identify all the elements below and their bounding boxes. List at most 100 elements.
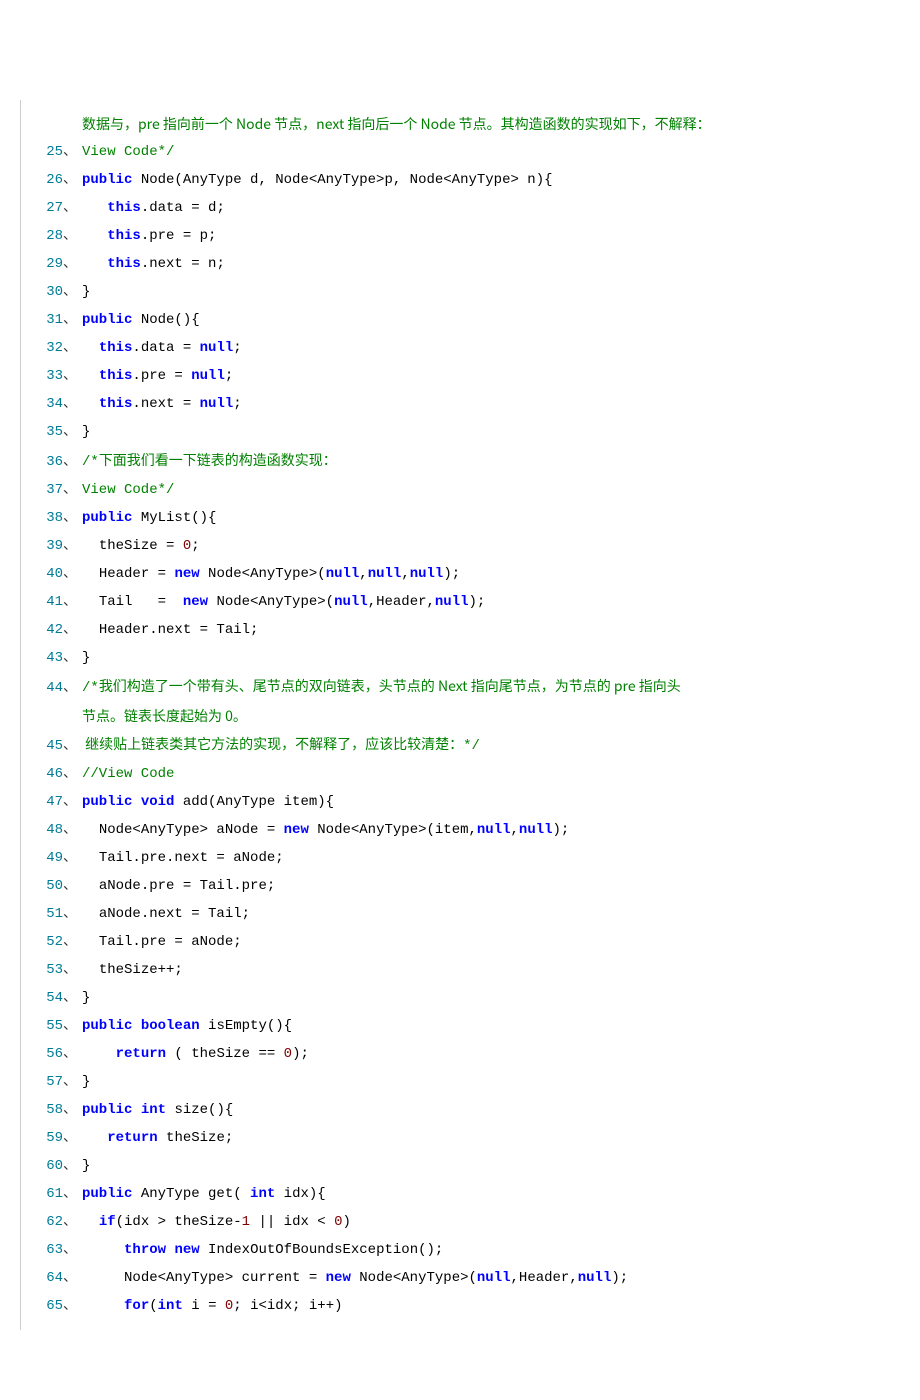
code-token: public bbox=[82, 510, 132, 526]
code-token: null bbox=[435, 594, 469, 610]
code-token: this bbox=[99, 340, 133, 356]
code-line: 55、public boolean isEmpty(){ bbox=[41, 1012, 900, 1040]
code-token: if bbox=[99, 1214, 116, 1230]
code-content: Tail.pre = aNode; bbox=[82, 928, 900, 956]
code-token bbox=[82, 200, 107, 216]
code-content: this.pre = p; bbox=[82, 222, 900, 250]
line-number: 61、 bbox=[41, 1180, 82, 1208]
code-token: 0 bbox=[284, 1046, 292, 1062]
code-token: this bbox=[99, 368, 133, 384]
line-number: 28、 bbox=[41, 222, 82, 250]
code-token bbox=[82, 396, 99, 412]
code-token: 继续贴上链表类其它方法的实现，不解释了，应该比较清楚： bbox=[82, 734, 463, 754]
line-number: 25、 bbox=[41, 138, 82, 166]
code-content: for(int i = 0; i<idx; i++) bbox=[82, 1292, 900, 1320]
line-number: 53、 bbox=[41, 956, 82, 984]
code-content: public Node(AnyType d, Node<AnyType>p, N… bbox=[82, 166, 900, 194]
code-line: 43、} bbox=[41, 644, 900, 672]
line-number: 49、 bbox=[41, 844, 82, 872]
line-number: 44、 bbox=[41, 674, 82, 702]
code-line-wrap: 节点。链表长度起始为 0。 bbox=[41, 702, 900, 730]
line-number: 58、 bbox=[41, 1096, 82, 1124]
code-token: //View Code bbox=[82, 766, 174, 782]
code-line: 42、 Header.next = Tail; bbox=[41, 616, 900, 644]
code-token bbox=[82, 228, 107, 244]
code-token: || idx < bbox=[250, 1214, 334, 1230]
code-token: null bbox=[410, 566, 444, 582]
code-token: this bbox=[107, 200, 141, 216]
code-token: ; bbox=[233, 396, 241, 412]
code-token bbox=[82, 256, 107, 272]
code-token: new bbox=[174, 566, 199, 582]
code-line: 64、 Node<AnyType> current = new Node<Any… bbox=[41, 1264, 900, 1292]
line-number: 45、 bbox=[41, 732, 82, 760]
code-token: new bbox=[183, 594, 208, 610]
code-token: } bbox=[82, 990, 90, 1006]
code-content: } bbox=[82, 644, 900, 672]
code-token: public bbox=[82, 1186, 132, 1202]
code-content: Header = new Node<AnyType>(null,null,nul… bbox=[82, 560, 900, 588]
code-token: this bbox=[107, 256, 141, 272]
code-token: public bbox=[82, 172, 132, 188]
code-content: } bbox=[82, 278, 900, 306]
code-token: new bbox=[326, 1270, 351, 1286]
line-number: 63、 bbox=[41, 1236, 82, 1264]
code-token: null bbox=[477, 822, 511, 838]
code-content: //View Code bbox=[82, 760, 900, 788]
code-token: this bbox=[99, 396, 133, 412]
code-line: 46、//View Code bbox=[41, 760, 900, 788]
line-number: 48、 bbox=[41, 816, 82, 844]
code-line: 49、 Tail.pre.next = aNode; bbox=[41, 844, 900, 872]
code-token: Node<AnyType>(item, bbox=[309, 822, 477, 838]
code-token: null bbox=[200, 340, 234, 356]
code-token: 我们构造了一个带有头、尾节点的双向链表，头节点的 Next 指向尾节点，为节点的… bbox=[99, 676, 681, 696]
code-line: 37、View Code*/ bbox=[41, 476, 900, 504]
code-content: View Code*/ bbox=[82, 138, 900, 166]
code-token: void bbox=[141, 794, 175, 810]
code-content: this.data = d; bbox=[82, 194, 900, 222]
code-token bbox=[132, 1102, 140, 1118]
code-token: , bbox=[401, 566, 409, 582]
line-number: 65、 bbox=[41, 1292, 82, 1320]
code-token: null bbox=[578, 1270, 612, 1286]
code-content: theSize++; bbox=[82, 956, 900, 984]
line-number: 26、 bbox=[41, 166, 82, 194]
code-token: , bbox=[359, 566, 367, 582]
code-content: return ( theSize == 0); bbox=[82, 1040, 900, 1068]
code-token: this bbox=[107, 228, 141, 244]
code-content: } bbox=[82, 418, 900, 446]
code-token: isEmpty(){ bbox=[200, 1018, 292, 1034]
code-content: public void add(AnyType item){ bbox=[82, 788, 900, 816]
code-token: int bbox=[141, 1102, 166, 1118]
line-number: 43、 bbox=[41, 644, 82, 672]
code-token: Tail.pre.next = aNode; bbox=[82, 850, 284, 866]
code-token: Node(){ bbox=[132, 312, 199, 328]
line-number: 36、 bbox=[41, 448, 82, 476]
code-content: Header.next = Tail; bbox=[82, 616, 900, 644]
code-content: aNode.pre = Tail.pre; bbox=[82, 872, 900, 900]
document-page: 数据与，pre 指向前一个 Node 节点，next 指向后一个 Node 节点… bbox=[0, 0, 920, 1400]
line-number: 59、 bbox=[41, 1124, 82, 1152]
code-line: 40、 Header = new Node<AnyType>(null,null… bbox=[41, 560, 900, 588]
line-number: 38、 bbox=[41, 504, 82, 532]
code-line: 51、 aNode.next = Tail; bbox=[41, 900, 900, 928]
code-token: int bbox=[158, 1298, 183, 1314]
code-token: } bbox=[82, 424, 90, 440]
code-content: public int size(){ bbox=[82, 1096, 900, 1124]
code-line: 56、 return ( theSize == 0); bbox=[41, 1040, 900, 1068]
code-listing: 数据与，pre 指向前一个 Node 节点，next 指向后一个 Node 节点… bbox=[20, 100, 900, 1330]
code-token: View Code*/ bbox=[82, 482, 174, 498]
code-line: 62、 if(idx > theSize-1 || idx < 0) bbox=[41, 1208, 900, 1236]
code-line: 58、public int size(){ bbox=[41, 1096, 900, 1124]
code-line: 61、public AnyType get( int idx){ bbox=[41, 1180, 900, 1208]
code-content: this.pre = null; bbox=[82, 362, 900, 390]
code-token bbox=[82, 1214, 99, 1230]
code-token: ; bbox=[233, 340, 241, 356]
code-content: Tail.pre.next = aNode; bbox=[82, 844, 900, 872]
code-line: 29、 this.next = n; bbox=[41, 250, 900, 278]
code-token: null bbox=[326, 566, 360, 582]
code-token: (idx > theSize- bbox=[116, 1214, 242, 1230]
code-token: IndexOutOfBoundsException(); bbox=[200, 1242, 444, 1258]
code-token: ); bbox=[469, 594, 486, 610]
code-token bbox=[82, 1130, 107, 1146]
